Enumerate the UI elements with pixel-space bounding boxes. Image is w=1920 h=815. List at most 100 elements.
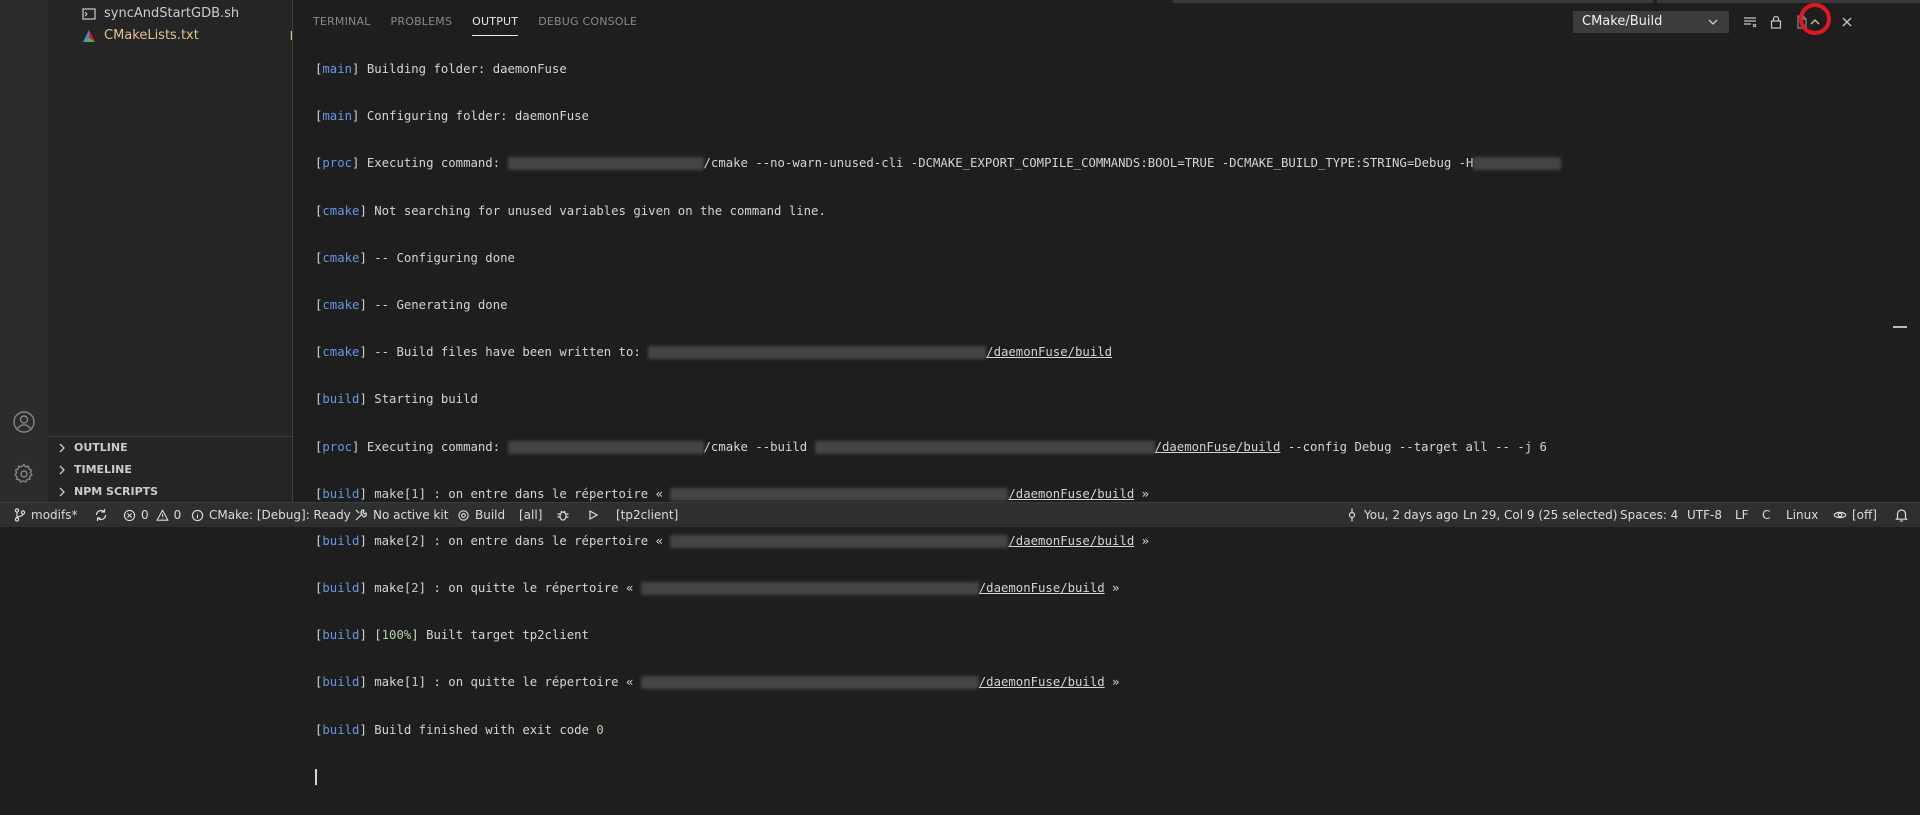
gear-icon bbox=[458, 509, 469, 521]
problems-status[interactable]: 0 0 bbox=[123, 503, 181, 527]
redacted-path bbox=[507, 157, 704, 171]
bug-icon bbox=[557, 510, 569, 521]
close-icon bbox=[1842, 17, 1852, 27]
end-of-line[interactable]: LF bbox=[1735, 503, 1749, 527]
redacted-path bbox=[507, 440, 704, 454]
panel-top-border bbox=[293, 0, 1920, 4]
build-target-selector[interactable]: [all] bbox=[519, 503, 542, 527]
highlight-circle bbox=[1799, 3, 1831, 35]
encoding[interactable]: UTF-8 bbox=[1687, 503, 1722, 527]
text-cursor bbox=[315, 769, 317, 786]
kit-label: No active kit bbox=[373, 508, 449, 522]
build-button[interactable]: Build bbox=[457, 503, 505, 527]
cursor-position[interactable]: Ln 29, Col 9 (25 selected) bbox=[1463, 503, 1617, 527]
lock-scroll-button[interactable] bbox=[1765, 11, 1787, 33]
git-branch-status[interactable]: modifs* bbox=[14, 503, 77, 527]
cmake-status[interactable]: CMake: [Debug]: Ready bbox=[191, 503, 351, 527]
output-panel: TERMINAL PROBLEMS OUTPUT DEBUG CONSOLE C… bbox=[292, 0, 1920, 786]
account-icon[interactable] bbox=[12, 410, 36, 434]
section-outline[interactable]: OUTLINE bbox=[48, 437, 292, 459]
debug-button[interactable] bbox=[556, 503, 575, 527]
output-line: [cmake] Not searching for unused variabl… bbox=[315, 203, 826, 218]
output-line bbox=[315, 768, 1561, 787]
error-icon bbox=[123, 509, 136, 521]
indentation[interactable]: Spaces: 4 bbox=[1620, 503, 1678, 527]
redacted-path bbox=[1473, 157, 1562, 171]
output-line: [build] make[1] : on quitte le répertoir… bbox=[315, 675, 1120, 690]
clear-output-button[interactable] bbox=[1739, 11, 1761, 33]
output-line: [main] Building folder: daemonFuse bbox=[315, 62, 567, 76]
redacted-path bbox=[670, 487, 1009, 501]
section-timeline[interactable]: TIMELINE bbox=[48, 459, 292, 481]
output-line: [build] make[2] : on entre dans le réper… bbox=[315, 533, 1150, 548]
file-item-cmakelists[interactable]: CMakeLists.txt M bbox=[82, 26, 322, 46]
output-line: [build] Build finished with exit code 0 bbox=[315, 722, 604, 737]
chevron-right-icon bbox=[54, 484, 70, 500]
file-item-syncandstartgdb[interactable]: syncAndStartGDB.sh bbox=[82, 4, 322, 24]
notifications-button[interactable] bbox=[1895, 503, 1913, 527]
output-line: [build] [100%] Built target tp2client bbox=[315, 628, 589, 643]
output-line: [proc] Executing command: /cmake --no-wa… bbox=[315, 154, 1562, 173]
shell-file-icon bbox=[82, 7, 96, 21]
scroll-position-marker bbox=[1893, 326, 1907, 328]
output-channel-select[interactable]: CMake/Build bbox=[1573, 11, 1729, 33]
build-target-label: [all] bbox=[519, 508, 543, 522]
output-log[interactable]: [main] Building folder: daemonFuse [main… bbox=[315, 32, 1562, 815]
launch-target-label: [tp2client] bbox=[616, 508, 679, 522]
output-line: [cmake] -- Build files have been written… bbox=[315, 345, 1113, 360]
file-name: CMakeLists.txt bbox=[104, 28, 199, 43]
cmake-status-text: CMake: [Debug]: Ready bbox=[209, 508, 351, 522]
output-line: [build] make[1] : on entre dans le réper… bbox=[315, 486, 1150, 501]
bell-icon bbox=[1895, 509, 1908, 522]
redacted-path bbox=[670, 534, 1009, 548]
language-mode[interactable]: C bbox=[1762, 503, 1770, 527]
explorer-sidebar: syncAndStartGDB.sh CMakeLists.txt M OUTL… bbox=[48, 0, 300, 503]
close-panel-button[interactable] bbox=[1836, 11, 1858, 33]
launch-target-selector[interactable]: [tp2client] bbox=[616, 503, 678, 527]
error-count: 0 bbox=[141, 508, 149, 522]
blame-text: You, 2 days ago bbox=[1364, 508, 1459, 522]
play-icon bbox=[589, 509, 599, 521]
status-bar: modifs* 0 0 CMake: [Debug]: Ready No act… bbox=[0, 502, 1920, 527]
os-indicator[interactable]: Linux bbox=[1786, 503, 1818, 527]
lock-icon bbox=[1770, 15, 1782, 29]
git-blame[interactable]: You, 2 days ago bbox=[1345, 503, 1458, 527]
branch-name: modifs* bbox=[31, 508, 78, 522]
section-label: NPM SCRIPTS bbox=[74, 485, 159, 498]
cmake-file-icon bbox=[82, 29, 96, 43]
output-line: [cmake] -- Generating done bbox=[315, 297, 508, 312]
chevron-right-icon bbox=[54, 462, 70, 478]
output-line: [cmake] -- Configuring done bbox=[315, 250, 515, 265]
git-branch-icon bbox=[14, 508, 26, 522]
sync-icon bbox=[95, 509, 107, 521]
file-name: syncAndStartGDB.sh bbox=[104, 6, 240, 21]
chevron-down-icon bbox=[1706, 15, 1720, 29]
channel-value: CMake/Build bbox=[1582, 14, 1663, 29]
sync-button[interactable] bbox=[94, 503, 113, 527]
live-share-toggle[interactable]: [off] bbox=[1833, 503, 1877, 527]
tools-icon bbox=[355, 509, 367, 521]
output-line: [main] Configuring folder: daemonFuse bbox=[315, 109, 589, 124]
section-label: TIMELINE bbox=[74, 463, 132, 476]
gear-icon[interactable] bbox=[12, 462, 36, 486]
kit-selector[interactable]: No active kit bbox=[354, 503, 448, 527]
run-button[interactable] bbox=[587, 503, 604, 527]
output-line: [build] Starting build bbox=[315, 392, 478, 407]
activity-bar bbox=[0, 0, 48, 502]
chevron-right-icon bbox=[54, 440, 70, 456]
redacted-path bbox=[648, 346, 987, 360]
warning-count: 0 bbox=[173, 508, 182, 522]
eye-icon bbox=[1833, 511, 1847, 519]
build-label: Build bbox=[475, 508, 506, 522]
info-icon bbox=[191, 509, 204, 521]
output-line: [build] make[2] : on quitte le répertoir… bbox=[315, 581, 1120, 596]
redacted-path bbox=[640, 582, 979, 596]
warning-icon bbox=[155, 508, 169, 521]
redacted-path bbox=[640, 676, 979, 690]
output-line: [proc] Executing command: /cmake --build… bbox=[315, 439, 1547, 454]
section-label: OUTLINE bbox=[74, 441, 128, 454]
clear-all-icon bbox=[1744, 17, 1757, 28]
section-npm-scripts[interactable]: NPM SCRIPTS bbox=[48, 481, 292, 503]
redacted-path bbox=[814, 440, 1155, 454]
git-commit-icon bbox=[1348, 508, 1356, 522]
